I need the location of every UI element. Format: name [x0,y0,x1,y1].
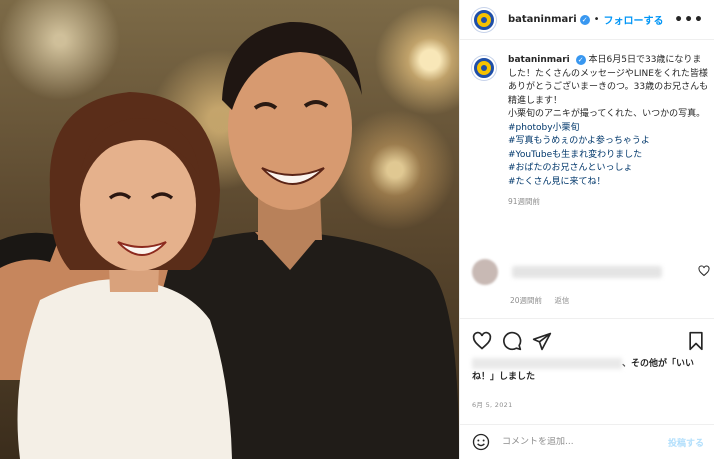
verified-badge-icon: ✓ [579,14,590,25]
caption-time-ago[interactable]: 91週間前 [508,195,710,209]
comment-item: 20週間前 返信 [472,257,710,305]
post-date[interactable]: 6月 5, 2021 [472,399,513,409]
post-comment-button[interactable]: 投稿する [668,436,704,449]
author-avatar[interactable] [472,7,496,32]
hashtag-link[interactable]: #おばたのお兄さんといっしょ [508,162,710,176]
caption-author-avatar[interactable] [472,56,496,80]
comment-meta: 20週間前 返信 [510,295,579,306]
commenter-avatar[interactable] [472,259,498,285]
hashtag-link[interactable]: #YouTubeも生まれ変わりました [508,149,710,163]
reply-button[interactable]: 返信 [554,296,569,305]
hashtag-link[interactable]: #photoby小栗旬 [508,122,710,136]
header-separator: • [593,14,600,25]
author-username[interactable]: bataninmari [508,14,577,25]
caption-username[interactable]: bataninmari [508,55,570,65]
post-photo[interactable] [0,0,459,459]
post-side-panel: bataninmari ✓ • フォローする ••• bataninmari ✓… [459,0,714,459]
caption-body-line-2: 小栗旬のアニキが撮ってくれた、いつかの写真。 [508,109,706,119]
more-options-icon[interactable]: ••• [674,12,704,28]
caption-verified-icon: ✓ [575,55,586,65]
heart-icon[interactable] [472,331,492,351]
likes-summary: 、その他が「いいね！」しました [472,358,710,384]
photo-illustration [0,21,459,459]
bookmark-icon[interactable] [686,331,706,351]
comment-time[interactable]: 20週間前 [510,296,542,305]
comment-input[interactable] [502,437,652,447]
post-header: bataninmari ✓ • フォローする ••• [460,0,714,40]
comment-text-blurred [512,266,662,278]
add-comment-bar: 投稿する [460,424,714,459]
post-actions-bar [460,318,714,362]
post-caption: bataninmari ✓ 本日6月5日で33歳になりました！たくさんのメッセー… [472,54,710,209]
comment-icon[interactable] [502,331,522,351]
share-icon[interactable] [532,331,552,351]
hashtag-link[interactable]: #写真もうめぇのかよ参っちゃうよ [508,135,710,149]
comment-like-heart-icon[interactable] [698,265,710,277]
emoji-icon[interactable] [472,433,490,451]
follow-button[interactable]: フォローする [604,12,664,27]
hashtag-link[interactable]: #たくさん見に来てね！ [508,176,710,190]
liker-name-blurred[interactable] [472,358,622,369]
